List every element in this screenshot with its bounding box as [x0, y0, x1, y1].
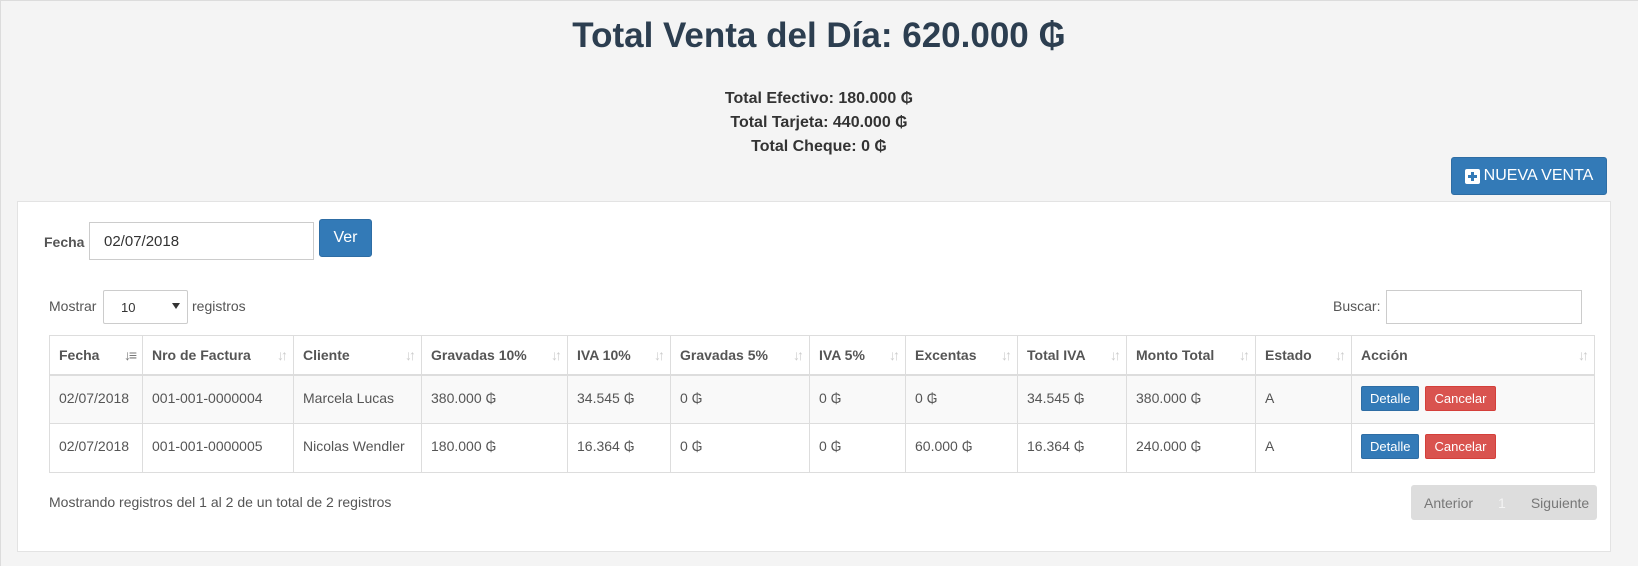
sort-icon: ↓↑: [1578, 347, 1589, 363]
page-1-button[interactable]: 1: [1498, 495, 1506, 511]
search-input[interactable]: [1386, 290, 1582, 324]
cell-total-iva: 34.545 ₲: [1017, 374, 1127, 424]
sort-icon: ↓↑: [1001, 347, 1012, 363]
detalle-button[interactable]: Detalle: [1361, 385, 1420, 411]
cell-iva5: 0 ₲: [809, 374, 906, 424]
cell-cliente: Nicolas Wendler: [293, 423, 422, 473]
cell-excentas: 0 ₲: [905, 374, 1018, 424]
cell-estado: A: [1255, 374, 1352, 424]
table-row: 02/07/2018 001-001-0000005 Nicolas Wendl…: [49, 423, 1595, 473]
cell-gravadas10: 180.000 ₲: [421, 423, 568, 473]
page-size-select[interactable]: 10: [103, 290, 188, 324]
cell-estado: A: [1255, 423, 1352, 473]
column-header-accion[interactable]: Acción ↓↑: [1351, 335, 1595, 376]
ver-button[interactable]: Ver: [319, 219, 372, 257]
cell-cliente: Marcela Lucas: [293, 374, 422, 424]
cell-gravadas5: 0 ₲: [670, 423, 810, 473]
cell-accion: Detalle Cancelar: [1351, 374, 1595, 424]
cell-monto-total: 380.000 ₲: [1126, 374, 1256, 424]
column-header-fecha[interactable]: Fecha ↓ ≡: [49, 335, 143, 376]
sort-icon: ↓↑: [405, 347, 416, 363]
cell-gravadas5: 0 ₲: [670, 374, 810, 424]
cell-iva5: 0 ₲: [809, 423, 906, 473]
fecha-label: Fecha: [44, 234, 85, 250]
sales-table: Fecha ↓ ≡ Nro de Factura ↓↑ Cliente ↓↑ Grav…: [49, 335, 1595, 473]
sort-icon: ↓↑: [1110, 347, 1121, 363]
detalle-button[interactable]: Detalle: [1361, 434, 1420, 459]
nueva-venta-button[interactable]: NUEVA VENTA: [1451, 157, 1607, 195]
total-tarjeta: Total Tarjeta: 440.000 ₲: [730, 114, 908, 131]
cell-monto-total: 240.000 ₲: [1126, 423, 1256, 473]
sort-icon: ↓↑: [1335, 347, 1346, 363]
sort-icon: ↓↑: [793, 347, 804, 363]
column-header-cliente[interactable]: Cliente ↓↑: [293, 335, 422, 376]
buscar-label: Buscar:: [1333, 298, 1381, 314]
column-header-iva10[interactable]: IVA 10% ↓↑: [567, 335, 671, 376]
cell-iva10: 16.364 ₲: [567, 423, 671, 473]
sort-icon: ↓↑: [1239, 347, 1250, 363]
plus-square-icon: [1464, 168, 1480, 184]
sort-icon: ↓↑: [889, 347, 900, 363]
column-header-estado[interactable]: Estado ↓↑: [1255, 335, 1352, 376]
cell-iva10: 34.545 ₲: [567, 374, 671, 424]
column-header-total-iva[interactable]: Total IVA ↓↑: [1017, 335, 1127, 376]
cell-gravadas10: 380.000 ₲: [421, 374, 568, 424]
fecha-input[interactable]: [89, 222, 314, 260]
column-header-excentas[interactable]: Excentas ↓↑: [905, 335, 1018, 376]
column-header-iva5[interactable]: IVA 5% ↓↑: [809, 335, 906, 376]
table-row: 02/07/2018 001-001-0000004 Marcela Lucas…: [49, 374, 1595, 424]
total-efectivo: Total Efectivo: 180.000 ₲: [724, 90, 914, 107]
cell-factura: 001-001-0000005: [142, 423, 294, 473]
siguiente-button[interactable]: Siguiente: [1531, 495, 1589, 511]
totals-summary: Total Efectivo: 180.000 ₲ Total Tarjeta:…: [0, 87, 1638, 159]
anterior-button[interactable]: Anterior: [1411, 495, 1473, 511]
sort-icon: ↓↑: [277, 347, 288, 363]
cell-fecha: 02/07/2018: [49, 374, 143, 424]
cell-accion: Detalle Cancelar: [1351, 423, 1595, 473]
table-header-row: Fecha ↓ ≡ Nro de Factura ↓↑ Cliente ↓↑ Grav…: [49, 335, 1595, 376]
column-header-factura[interactable]: Nro de Factura ↓↑: [142, 335, 294, 376]
sales-panel: Fecha Ver Mostrar 10 registros Buscar: F…: [17, 201, 1611, 552]
total-cheque: Total Cheque: 0 ₲: [751, 138, 887, 155]
column-header-gravadas10[interactable]: Gravadas 10% ↓↑: [421, 335, 568, 376]
sort-icon: ↓↑: [551, 347, 562, 363]
page-title: Total Venta del Día: 620.000 ₲: [572, 16, 1066, 55]
caret-down-icon: [172, 303, 180, 309]
sort-asc-icon: ↓ ≡: [123, 347, 137, 363]
mostrar-label: Mostrar: [49, 298, 97, 314]
sort-icon: ↓↑: [654, 347, 665, 363]
cell-fecha: 02/07/2018: [49, 423, 143, 473]
cancelar-button[interactable]: Cancelar: [1425, 434, 1496, 459]
table-info: Mostrando registros del 1 al 2 de un tot…: [49, 494, 392, 510]
cell-total-iva: 16.364 ₲: [1017, 423, 1127, 473]
column-header-monto-total[interactable]: Monto Total ↓↑: [1126, 335, 1256, 376]
registros-label: registros: [192, 298, 246, 314]
column-header-gravadas5[interactable]: Gravadas 5% ↓↑: [670, 335, 810, 376]
nueva-venta-label: NUEVA VENTA: [1483, 167, 1594, 184]
pagination: Anterior 1 Siguiente: [1411, 485, 1597, 520]
cell-excentas: 60.000 ₲: [905, 423, 1018, 473]
cancelar-button[interactable]: Cancelar: [1425, 385, 1496, 411]
cell-factura: 001-001-0000004: [142, 374, 294, 424]
page-size-value: 10: [121, 300, 136, 315]
